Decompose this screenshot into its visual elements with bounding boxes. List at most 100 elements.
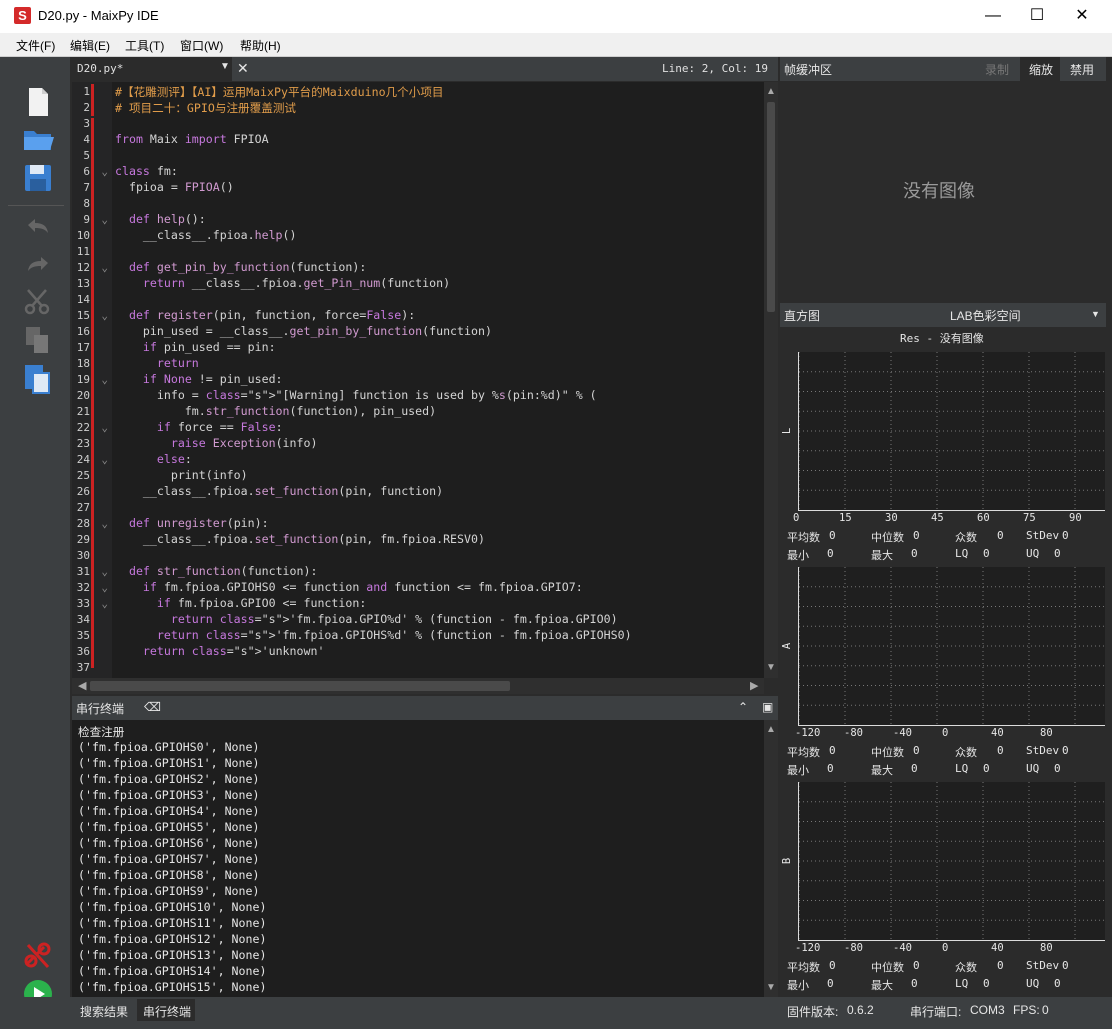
line-number: 33 <box>76 597 90 610</box>
line-number: 10 <box>76 229 90 242</box>
stat-label-median: 中位数 <box>871 961 904 974</box>
code-line: return __class__.fpioa.get_Pin_num(funct… <box>142 276 451 290</box>
title-bar <box>0 0 1112 33</box>
stat-label-max: 最大 <box>871 979 893 992</box>
terminal-line: ('fm.fpioa.GPIOHS8', None) <box>78 868 260 882</box>
histogram-plot <box>798 352 1105 511</box>
stat-value-lq: 0 <box>983 977 990 990</box>
color-space-select[interactable]: LAB色彩空间 <box>950 307 1021 324</box>
fold-marker-icon[interactable]: ⌄ <box>98 453 108 466</box>
chevron-down-icon[interactable]: ▼ <box>1091 309 1100 319</box>
menu-edit[interactable]: 编辑(E) <box>70 37 110 54</box>
terminal-line: ('fm.fpioa.GPIOHS11', None) <box>78 916 267 930</box>
stat-value-lq: 0 <box>983 762 990 775</box>
tick-label: -120 <box>795 942 821 954</box>
stat-label-lq: LQ <box>955 977 969 990</box>
disable-button[interactable]: 禁用 <box>1070 61 1094 78</box>
tick-label: -80 <box>844 942 863 954</box>
menu-tools[interactable]: 工具(T) <box>125 37 164 54</box>
record-button[interactable]: 录制 <box>985 61 1009 78</box>
redo-icon[interactable] <box>20 249 56 283</box>
open-folder-icon[interactable] <box>20 123 56 157</box>
line-number: 35 <box>76 629 90 642</box>
maximize-panel-icon[interactable]: ▣ <box>762 700 773 714</box>
cut-icon[interactable] <box>20 285 56 319</box>
line-number: 34 <box>76 613 90 626</box>
stat-value-stdev: 0 <box>1062 959 1069 972</box>
stat-value-min: 0 <box>827 547 834 560</box>
minimize-button[interactable]: — <box>970 0 1016 33</box>
menu-help[interactable]: 帮助(H) <box>240 37 281 54</box>
terminal-line: 检查注册 <box>78 725 125 739</box>
stat-label-min: 最小 <box>787 979 809 992</box>
chevron-down-icon[interactable]: ▼ <box>220 61 230 72</box>
line-number: 22 <box>76 421 90 434</box>
line-number: 8 <box>83 197 90 210</box>
menu-window[interactable]: 窗口(W) <box>180 37 223 54</box>
fold-marker-icon[interactable]: ⌄ <box>98 517 108 530</box>
undo-icon[interactable] <box>20 211 56 245</box>
fold-marker-icon[interactable]: ⌄ <box>98 581 108 594</box>
close-button[interactable]: ✕ <box>1059 0 1105 33</box>
line-number: 20 <box>76 389 90 402</box>
line-number: 11 <box>76 245 90 258</box>
fold-marker-icon[interactable]: ⌄ <box>98 309 108 322</box>
fold-marker-icon[interactable]: ⌄ <box>98 213 108 226</box>
terminal-line: ('fm.fpioa.GPIOHS4', None) <box>78 804 260 818</box>
fold-marker-icon[interactable]: ⌄ <box>98 373 108 386</box>
disconnect-icon[interactable] <box>20 939 56 973</box>
fold-marker-icon[interactable]: ⌄ <box>98 597 108 610</box>
fps-label: FPS: <box>1013 1003 1040 1017</box>
tab-search-results[interactable]: 搜索结果 <box>80 1003 128 1020</box>
terminal-line: ('fm.fpioa.GPIOHS12', None) <box>78 932 267 946</box>
line-number: 21 <box>76 405 90 418</box>
new-file-icon[interactable] <box>20 85 56 119</box>
fold-marker-icon[interactable]: ⌄ <box>98 261 108 274</box>
code-line: def unregister(pin): <box>128 516 269 530</box>
framebuffer-title: 帧缓冲区 <box>784 63 833 77</box>
editor-horizontal-scrollbar[interactable]: ◀ ▶ <box>72 678 764 694</box>
axis-label: B <box>781 857 794 865</box>
copy-icon[interactable] <box>20 323 56 357</box>
maximize-button[interactable]: ☐ <box>1014 0 1060 33</box>
tick-label: 80 <box>1040 942 1053 954</box>
tick-label: 0 <box>793 512 800 524</box>
line-number: 4 <box>83 133 90 146</box>
menu-file[interactable]: 文件(F) <box>16 37 55 54</box>
line-number: 25 <box>76 469 90 482</box>
zoom-button[interactable]: 缩放 <box>1029 61 1053 78</box>
stat-value-mode: 0 <box>997 744 1004 757</box>
stat-value-max: 0 <box>911 762 918 775</box>
save-icon[interactable] <box>20 161 56 195</box>
cursor-position: Line: 2, Col: 19 <box>662 62 768 75</box>
terminal-header <box>72 696 778 720</box>
code-line: if fm.fpioa.GPIOHS0 <= function and func… <box>142 580 583 594</box>
fold-marker-icon[interactable]: ⌄ <box>98 165 108 178</box>
code-line: return class="s">'fm.fpioa.GPIO%d' % (fu… <box>170 612 618 626</box>
fold-marker-icon[interactable]: ⌄ <box>98 565 108 578</box>
terminal-scrollbar[interactable]: ▲ ▼ <box>764 720 778 997</box>
line-number: 7 <box>83 181 90 194</box>
stat-label-uq: UQ <box>1026 762 1040 775</box>
fold-marker-icon[interactable]: ⌄ <box>98 421 108 434</box>
collapse-icon[interactable]: ⌃ <box>738 700 748 714</box>
terminal-line: ('fm.fpioa.GPIOHS3', None) <box>78 788 260 802</box>
code-line: def register(pin, function, force=False)… <box>128 308 416 322</box>
serial-port: COM3 <box>970 1003 1005 1017</box>
grid-lines <box>798 782 1105 940</box>
histogram-plot <box>798 567 1105 726</box>
close-tab-icon[interactable]: ✕ <box>237 60 249 77</box>
paste-icon[interactable] <box>20 361 56 395</box>
fps-value: 0 <box>1042 1003 1049 1017</box>
line-number: 27 <box>76 501 90 514</box>
editor-vertical-scrollbar[interactable]: ▲ ▼ <box>764 82 778 678</box>
line-number: 6 <box>83 165 90 178</box>
line-number: 2 <box>83 101 90 114</box>
tab-serial-terminal[interactable]: 串行终端 <box>143 1003 191 1020</box>
code-line: #【花雕测评】【AI】运用MaixPy平台的Maixduino几个小项目 <box>115 85 444 99</box>
stat-label-min: 最小 <box>787 764 809 777</box>
line-number: 19 <box>76 373 90 386</box>
terminal-line: ('fm.fpioa.GPIOHS2', None) <box>78 772 260 786</box>
clear-terminal-icon[interactable]: ⌫ <box>144 700 161 714</box>
stat-value-mode: 0 <box>997 959 1004 972</box>
